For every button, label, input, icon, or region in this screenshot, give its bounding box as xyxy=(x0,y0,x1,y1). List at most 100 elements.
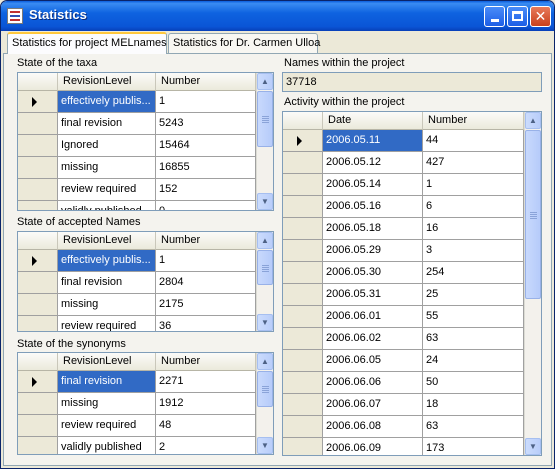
table-cell[interactable]: 15464 xyxy=(156,135,256,157)
row-header[interactable] xyxy=(18,272,58,294)
scroll-thumb[interactable] xyxy=(257,371,273,407)
table-row[interactable]: 2006.06.08 63 xyxy=(283,416,524,438)
table-cell[interactable]: 2006.05.11 xyxy=(323,130,423,152)
column-header[interactable]: Number xyxy=(156,73,256,91)
table-row[interactable]: validly published 0 xyxy=(18,201,256,210)
table-row[interactable]: 2006.06.05 24 xyxy=(283,350,524,372)
table-cell[interactable]: 48 xyxy=(156,415,256,437)
table-cell[interactable]: 2006.05.29 xyxy=(323,240,423,262)
table-cell[interactable]: review required xyxy=(58,316,156,331)
row-header[interactable] xyxy=(18,316,58,331)
row-header[interactable] xyxy=(18,393,58,415)
table-row[interactable]: final revision 2804 xyxy=(18,272,256,294)
table-row[interactable]: 2006.05.29 3 xyxy=(283,240,524,262)
row-header[interactable] xyxy=(283,306,323,328)
table-cell[interactable]: review required xyxy=(58,179,156,201)
table-row[interactable]: missing 2175 xyxy=(18,294,256,316)
table-row[interactable]: review required 152 xyxy=(18,179,256,201)
row-header[interactable] xyxy=(283,438,323,455)
table-cell[interactable]: final revision xyxy=(58,272,156,294)
row-header[interactable] xyxy=(283,240,323,262)
table-cell[interactable]: review required xyxy=(58,415,156,437)
table-cell[interactable]: 18 xyxy=(423,394,524,416)
header-corner[interactable] xyxy=(18,73,58,91)
table-cell[interactable]: missing xyxy=(58,157,156,179)
row-header[interactable] xyxy=(18,135,58,157)
table-row[interactable]: 2006.05.11 44 xyxy=(283,130,524,152)
table-cell[interactable]: 2006.06.08 xyxy=(323,416,423,438)
table-cell[interactable]: 2006.06.06 xyxy=(323,372,423,394)
table-cell[interactable]: 1 xyxy=(156,250,256,272)
row-header[interactable] xyxy=(283,328,323,350)
row-header[interactable] xyxy=(18,91,58,113)
table-cell[interactable]: 427 xyxy=(423,152,524,174)
row-header[interactable] xyxy=(283,284,323,306)
table-cell[interactable]: 50 xyxy=(423,372,524,394)
table-cell[interactable]: 2006.05.18 xyxy=(323,218,423,240)
table-row[interactable]: 2006.06.06 50 xyxy=(283,372,524,394)
table-cell[interactable]: 2006.05.31 xyxy=(323,284,423,306)
table-row[interactable]: 2006.05.16 6 xyxy=(283,196,524,218)
table-row[interactable]: final revision 2271 xyxy=(18,371,256,393)
table-cell[interactable]: 2006.06.01 xyxy=(323,306,423,328)
chevron-up-icon[interactable]: ▲ xyxy=(257,232,273,249)
table-cell[interactable]: 63 xyxy=(423,328,524,350)
row-header[interactable] xyxy=(18,179,58,201)
table-cell[interactable]: validly published xyxy=(58,201,156,210)
activity-grid[interactable]: Date Number 2006.05.11 44 2006.05.12 427 2006.… xyxy=(282,111,542,456)
table-cell[interactable]: final revision xyxy=(58,113,156,135)
row-header[interactable] xyxy=(283,350,323,372)
table-cell[interactable]: 2 xyxy=(156,437,256,454)
table-cell[interactable]: 2006.05.16 xyxy=(323,196,423,218)
table-cell[interactable]: 1 xyxy=(156,91,256,113)
row-header[interactable] xyxy=(283,152,323,174)
row-header[interactable] xyxy=(18,201,58,210)
table-row[interactable]: review required 36 xyxy=(18,316,256,331)
table-cell[interactable]: effectively publis... xyxy=(58,91,156,113)
column-header[interactable]: RevisionLevel xyxy=(58,232,156,250)
column-header[interactable]: Date xyxy=(323,112,423,130)
chevron-up-icon[interactable]: ▲ xyxy=(525,112,541,129)
table-cell[interactable]: Ignored xyxy=(58,135,156,157)
tab-carmen-ulloa[interactable]: Statistics for Dr. Carmen Ulloa xyxy=(168,33,320,53)
table-cell[interactable]: 44 xyxy=(423,130,524,152)
vertical-scrollbar[interactable]: ▲ ▼ xyxy=(256,73,273,210)
table-row[interactable]: missing 16855 xyxy=(18,157,256,179)
row-header[interactable] xyxy=(283,372,323,394)
table-row[interactable]: Ignored 15464 xyxy=(18,135,256,157)
synonyms-grid[interactable]: RevisionLevel Number final revision 2271 mis… xyxy=(17,352,274,455)
title-bar[interactable]: Statistics ✕ xyxy=(1,1,554,31)
column-header[interactable]: Number xyxy=(156,353,256,371)
row-header[interactable] xyxy=(18,157,58,179)
row-header[interactable] xyxy=(283,416,323,438)
table-row[interactable]: 2006.06.07 18 xyxy=(283,394,524,416)
table-row[interactable]: 2006.05.18 16 xyxy=(283,218,524,240)
table-cell[interactable]: 173 xyxy=(423,438,524,455)
table-cell[interactable]: 3 xyxy=(423,240,524,262)
names-count-field[interactable]: 37718 xyxy=(282,72,542,92)
table-row[interactable]: 2006.05.31 25 xyxy=(283,284,524,306)
table-cell[interactable]: 152 xyxy=(156,179,256,201)
row-header[interactable] xyxy=(18,113,58,135)
table-row[interactable]: effectively publis... 1 xyxy=(18,250,256,272)
header-corner[interactable] xyxy=(18,353,58,371)
row-header[interactable] xyxy=(283,174,323,196)
minimize-button[interactable] xyxy=(484,6,505,27)
table-cell[interactable]: 16 xyxy=(423,218,524,240)
column-header[interactable]: RevisionLevel xyxy=(58,353,156,371)
chevron-up-icon[interactable]: ▲ xyxy=(257,353,273,370)
column-header[interactable]: Number xyxy=(423,112,524,130)
chevron-down-icon[interactable]: ▼ xyxy=(525,438,541,455)
row-header[interactable] xyxy=(18,294,58,316)
table-cell[interactable]: 2006.06.05 xyxy=(323,350,423,372)
row-header[interactable] xyxy=(18,415,58,437)
row-header[interactable] xyxy=(18,371,58,393)
table-cell[interactable]: effectively publis... xyxy=(58,250,156,272)
header-corner[interactable] xyxy=(18,232,58,250)
accepted-grid[interactable]: RevisionLevel Number effectively publis...… xyxy=(17,231,274,332)
row-header[interactable] xyxy=(283,394,323,416)
scroll-thumb[interactable] xyxy=(525,130,541,299)
table-cell[interactable]: final revision xyxy=(58,371,156,393)
table-row[interactable]: final revision 5243 xyxy=(18,113,256,135)
scroll-thumb[interactable] xyxy=(257,91,273,147)
